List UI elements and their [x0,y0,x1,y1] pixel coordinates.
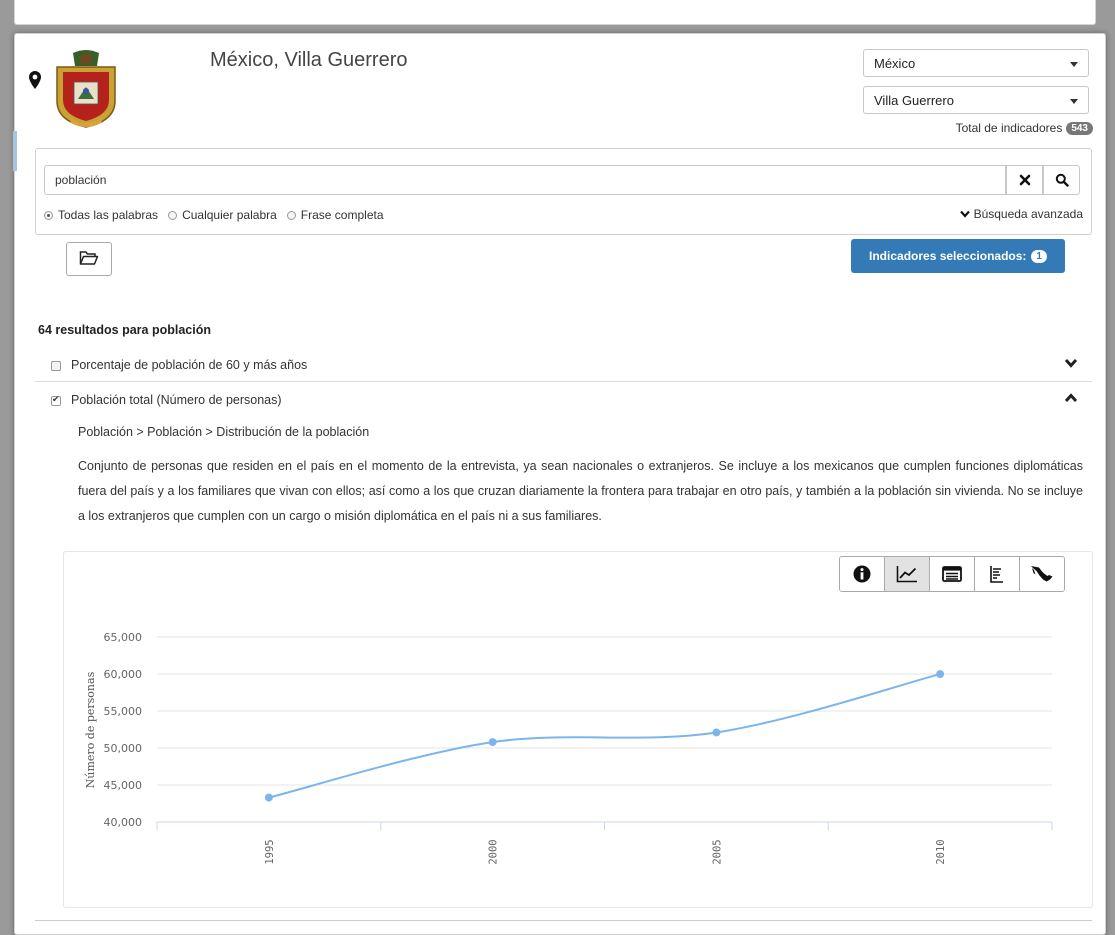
indicator-total: Total de indicadores 543 [956,121,1093,135]
checkbox-checked[interactable] [51,394,61,406]
chevron-down-icon [959,210,970,218]
search-mode-options: Todas las palabras Cualquier palabra Fra… [44,208,384,222]
chart-grid [157,636,1052,823]
x-tick-label: 2005 [711,839,723,864]
radio-label: Todas las palabras [58,208,159,222]
y-tick-label: 40,000 [104,816,143,829]
selected-indicators-label: Indicadores seleccionados: [869,249,1027,263]
selected-indicators-button[interactable]: Indicadores seleccionados: 1 [851,239,1065,273]
chart-card: 40,000 45,000 50,000 55,000 60,000 65,000 199… [63,551,1093,908]
state-select[interactable]: México [863,49,1089,77]
radio-label: Cualquier palabra [182,208,277,222]
bottom-divider [35,920,1092,921]
series-points [264,670,945,802]
open-folder-button[interactable] [66,242,112,276]
row-divider [35,381,1092,382]
folder-open-icon [79,251,99,265]
y-tick-label: 50,000 [104,742,143,755]
x-tick-label: 2000 [488,839,500,864]
map-pin-icon [29,71,41,89]
total-badge: 543 [1066,121,1093,135]
search-button[interactable] [1043,165,1080,195]
result-item-label: Población total (Número de personas) [71,393,282,407]
indicator-breadcrumb: Población > Población > Distribución de … [78,425,370,439]
y-axis-label: Número de personas [84,671,97,788]
y-tick-label: 60,000 [104,668,143,681]
y-tick-label: 45,000 [104,779,143,792]
radio-any-word[interactable]: Cualquier palabra [168,208,277,222]
radio-unchecked-icon [286,210,296,220]
radio-full-phrase[interactable]: Frase completa [286,208,384,222]
x-axis-ticks: 1995 2000 2005 2010 [156,822,1053,865]
municipality-select-value: Villa Guerrero [874,93,954,108]
x-tick-label: 2010 [935,839,947,864]
data-point [488,738,497,747]
caret-down-icon [1070,62,1078,67]
y-tick-label: 55,000 [104,705,143,718]
result-item-label: Porcentaje de población de 60 y más años [71,358,308,372]
data-point [264,793,273,802]
series-line [268,673,941,799]
radio-unchecked-icon [168,210,178,220]
results-summary: 64 resultados para población [38,323,211,337]
state-select-value: México [874,56,916,71]
page-title: México, Villa Guerrero [210,49,408,71]
search-panel: población Todas las palabras Cualquier p… [35,148,1092,235]
population-line-chart: 40,000 45,000 50,000 55,000 60,000 65,000 199… [84,631,1053,865]
selected-count-badge: 1 [1031,249,1047,263]
close-icon [1019,174,1030,186]
search-icon [1055,173,1069,187]
top-panel-strip [14,0,1096,25]
data-point [712,728,721,737]
y-axis-ticks: 40,000 45,000 50,000 55,000 60,000 65,000 [104,631,143,829]
indicator-description: Conjunto de personas que residen en el p… [78,459,1083,523]
advanced-search-label: Búsqueda avanzada [973,207,1083,221]
municipality-select[interactable]: Villa Guerrero [863,86,1089,114]
search-input[interactable]: población [44,165,1006,195]
main-panel: México, Villa Guerrero México Villa Guer… [13,33,1106,935]
data-point [936,670,945,679]
radio-label: Frase completa [300,208,384,222]
state-crest-icon [56,50,116,128]
caret-down-icon [1070,99,1078,104]
chevron-up-icon[interactable] [1064,393,1078,403]
radio-all-words[interactable]: Todas las palabras [44,208,158,222]
y-tick-label: 65,000 [104,631,143,644]
x-tick-label: 1995 [264,839,276,864]
checkbox-unchecked[interactable] [51,361,61,371]
left-accent [13,131,17,171]
result-item[interactable]: Población total (Número de personas) [35,386,1092,416]
clear-search-button[interactable] [1006,165,1043,195]
chevron-down-icon[interactable] [1064,358,1078,368]
result-item[interactable]: Porcentaje de población de 60 y más años [35,351,1092,381]
advanced-search-toggle[interactable]: Búsqueda avanzada [959,207,1083,221]
total-label: Total de indicadores [955,121,1063,135]
radio-checked-icon [44,210,53,220]
